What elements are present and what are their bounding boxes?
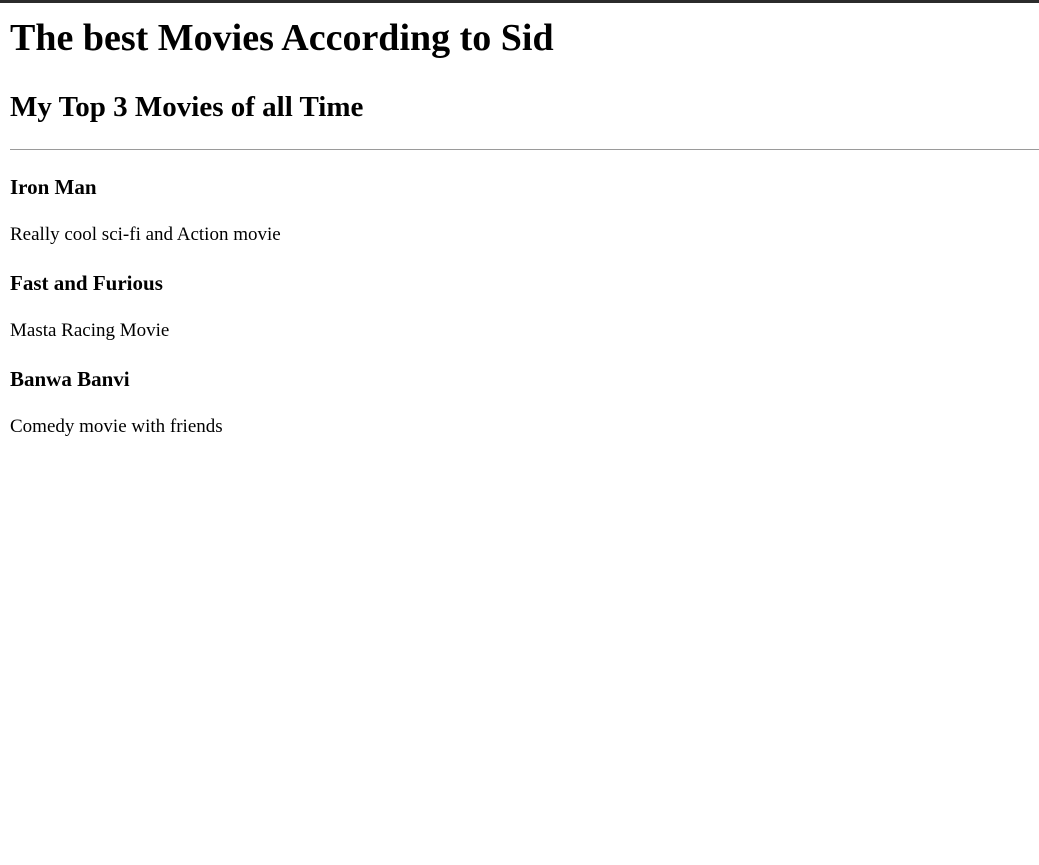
movie-item-banwa-banvi: Banwa Banvi Comedy movie with friends — [10, 366, 1039, 439]
movie-title: Iron Man — [10, 175, 97, 199]
movie-item-iron-man: Iron Man Really cool sci-fi and Action m… — [10, 174, 1039, 247]
movie-title: Banwa Banvi — [10, 367, 130, 391]
movie-description: Masta Racing Movie — [10, 320, 170, 341]
movie-title: Fast and Furious — [10, 271, 163, 295]
page-content: The best Movies According to Sid My Top … — [10, 3, 1039, 439]
page-subtitle: My Top 3 Movies of all Time — [10, 91, 364, 123]
movie-item-fast-and-furious: Fast and Furious Masta Racing Movie — [10, 270, 1039, 343]
section-divider — [10, 149, 1039, 150]
movie-description: Comedy movie with friends — [10, 416, 223, 437]
movie-description: Really cool sci-fi and Action movie — [10, 224, 281, 245]
page-title: The best Movies According to Sid — [10, 17, 554, 59]
